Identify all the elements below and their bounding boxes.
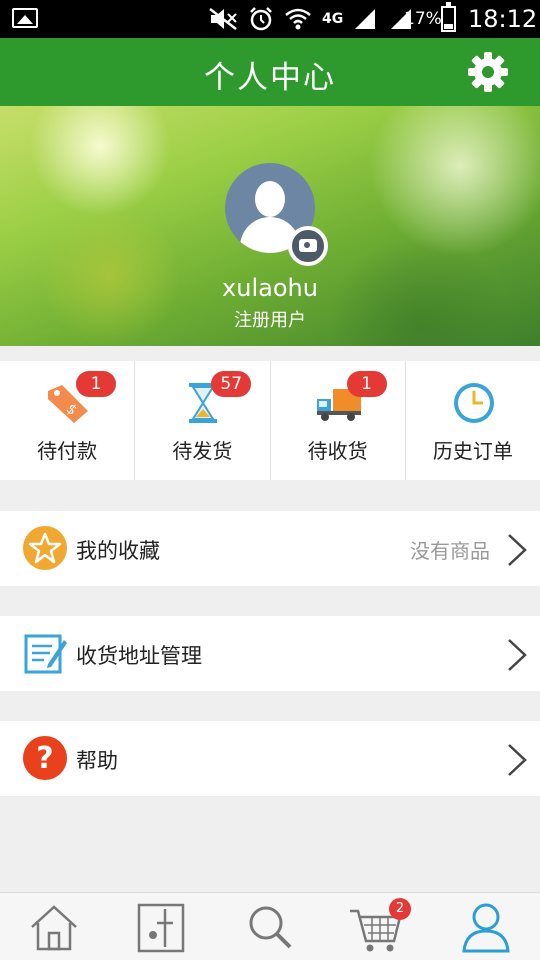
camera-icon[interactable] <box>288 226 328 266</box>
bottom-tab-bar <box>0 892 540 960</box>
battery-percent: 17% <box>404 9 442 29</box>
notepad-icon <box>24 634 67 674</box>
user-icon[interactable] <box>456 901 516 955</box>
gear-icon[interactable] <box>466 50 510 94</box>
alarm-icon <box>250 7 272 31</box>
badge: 57 <box>211 371 252 397</box>
signal-icon <box>355 9 376 29</box>
favorites-value: 没有商品 <box>410 539 490 563</box>
favorites-label: 我的收藏 <box>76 539 160 563</box>
badge: 1 <box>346 371 387 397</box>
chevron-right-icon <box>508 534 527 566</box>
order-pending-payment[interactable]: $ 1 待付款 <box>0 361 136 480</box>
user-type: 注册用户 <box>234 310 306 331</box>
order-pending-receipt[interactable]: 1 待收货 <box>271 361 406 480</box>
address-row[interactable]: 收货地址管理 <box>0 616 540 691</box>
help-label: 帮助 <box>76 749 118 773</box>
search-icon[interactable] <box>240 901 300 955</box>
cart-badge: 2 <box>389 898 411 920</box>
chevron-right-icon <box>508 744 527 776</box>
mute-icon <box>209 8 237 30</box>
address-label: 收货地址管理 <box>76 644 202 668</box>
order-label: 历史订单 <box>432 439 513 463</box>
order-label: 待发货 <box>172 439 233 463</box>
status-icons: 4G <box>208 6 415 32</box>
profile-banner: xulaohu 注册用户 <box>0 106 540 346</box>
app-header: 个人中心 <box>0 38 540 106</box>
order-label: 待付款 <box>37 439 98 463</box>
order-pending-shipment[interactable]: 57 待发货 <box>135 361 271 480</box>
username: xulaohu <box>222 274 318 302</box>
question-icon: ? <box>23 736 67 780</box>
order-history[interactable]: 历史订单 <box>406 361 540 480</box>
page-title: 个人中心 <box>204 60 336 96</box>
favorites-row[interactable]: 我的收藏 没有商品 <box>0 511 540 586</box>
gallery-notification-icon <box>12 8 38 28</box>
badge: 1 <box>76 371 116 397</box>
help-row[interactable]: ? 帮助 <box>0 721 540 796</box>
clock-icon <box>453 383 494 423</box>
svg-text:?: ? <box>36 741 53 776</box>
status-bar: 4G 17% 18:12 <box>0 0 540 38</box>
order-label: 待收货 <box>307 439 368 463</box>
chevron-right-icon <box>508 639 527 671</box>
clock: 18:12 <box>468 5 538 33</box>
category-icon[interactable] <box>131 901 191 955</box>
battery-icon <box>441 2 456 32</box>
star-icon <box>23 526 67 570</box>
order-status-row: $ 1 待付款 57 待发货 1 待收货 历史订单 <box>0 361 540 480</box>
network-type: 4G <box>322 11 344 27</box>
wifi-icon <box>285 8 311 30</box>
home-icon[interactable] <box>24 901 84 955</box>
